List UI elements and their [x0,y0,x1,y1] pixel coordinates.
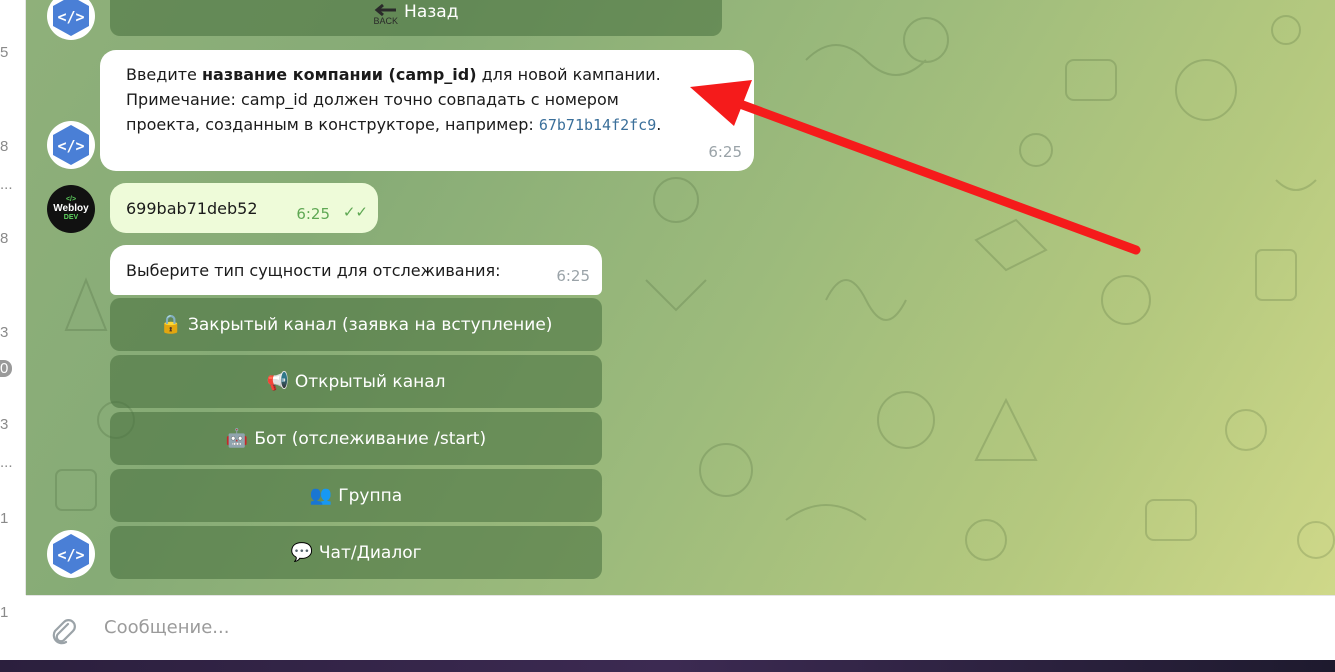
user-avatar-tag: DEV [63,214,79,221]
user-avatar[interactable]: </> Webloy DEV [47,185,95,233]
chat-list-digit: 8 [0,230,9,247]
user-avatar-name: Webloy [53,203,89,214]
logo-icon: </> [65,196,77,203]
chat-list-digit: 8 [0,138,9,155]
message-text: Примечание: camp_id должен точно совпада… [126,90,619,109]
chat-list-digit: 1 [0,604,9,621]
svg-text:</>: </> [57,8,84,26]
svg-text:</>: </> [57,546,84,564]
keyboard-button-open-channel[interactable]: 📢 Открытый канал [110,355,602,408]
message-time: 6:25 [708,143,742,161]
message-input[interactable]: Сообщение... [104,617,229,638]
back-button[interactable]: BACK Назад [110,0,722,36]
code-icon: </> [53,0,89,36]
outgoing-message-bubble: 699bab71deb52 6:25 ✓✓ [110,183,378,233]
keyboard-button-group[interactable]: 👥 Группа [110,469,602,522]
text-span: . [656,115,662,134]
bot-avatar[interactable]: </> [47,121,95,169]
svg-text:</>: </> [57,137,84,155]
chat-list-digit: 5 [0,44,9,61]
bold-text: название компании (camp_id) [201,65,477,84]
chat-list-digit: 1 [0,510,9,527]
code-icon: </> [53,125,89,165]
chat-list-digit: ... [0,176,13,193]
message-text: 699bab71deb52 [126,199,258,218]
inline-code[interactable]: 67b71b14f2fc9 [539,116,656,134]
people-icon: 👥 [309,485,333,506]
message-bubble: Введите название компании (camp_id) для … [100,50,754,171]
chat-list-digit: 3 [0,416,9,433]
back-sub-label: BACK [373,15,399,26]
message-text: Введите название компании (camp_id) для … [126,62,738,87]
keyboard-button-bot[interactable]: 🤖 Бот (отслеживание /start) [110,412,602,465]
megaphone-icon: 📢 [266,371,289,392]
code-icon: </> [53,534,89,574]
message-text: проекта, созданным в конструкторе, напри… [126,112,738,138]
message-text: Выберите тип сущности для отслеживания: [126,261,501,280]
message-time: 6:25 [296,205,330,223]
message-bubble: Выберите тип сущности для отслеживания: … [110,245,602,295]
text-span: Введите [126,65,202,84]
back-arrow-icon: BACK [373,3,399,26]
attach-icon[interactable] [48,616,78,646]
keyboard-button-chat[interactable]: 💬 Чат/Диалог [110,526,602,579]
taskbar [0,660,1335,672]
message-time: 6:25 [556,267,590,285]
speech-icon: 💬 [290,542,313,563]
text-span: для новой кампании. [476,65,661,84]
message-composer: Сообщение... [26,595,1335,660]
chat-list-digit: ... [0,454,13,471]
keyboard-button-label: Открытый канал [294,371,446,392]
keyboard-button-label: Группа [338,485,403,506]
keyboard-button-label: Закрытый канал (заявка на вступление) [187,314,553,335]
keyboard-button-label: Чат/Диалог [318,542,422,563]
back-button-label: Назад [404,2,459,22]
double-check-icon: ✓✓ [342,203,368,221]
text-span: проекта, созданным в конструкторе, напри… [126,115,539,134]
lock-icon: 🔒 [159,314,182,335]
keyboard-button-label: Бот (отслеживание /start) [254,428,487,449]
bot-avatar[interactable]: </> [47,0,95,40]
keyboard-button-closed-channel[interactable]: 🔒 Закрытый канал (заявка на вступление) [110,298,602,351]
bot-avatar[interactable]: </> [47,530,95,578]
unread-badge: 0 [0,360,12,377]
robot-icon: 🤖 [225,428,249,449]
chat-list-digit: 3 [0,324,9,341]
chat-list-edge: 5 8 ... 8 3 0 3 ... 1 1 [0,0,26,621]
